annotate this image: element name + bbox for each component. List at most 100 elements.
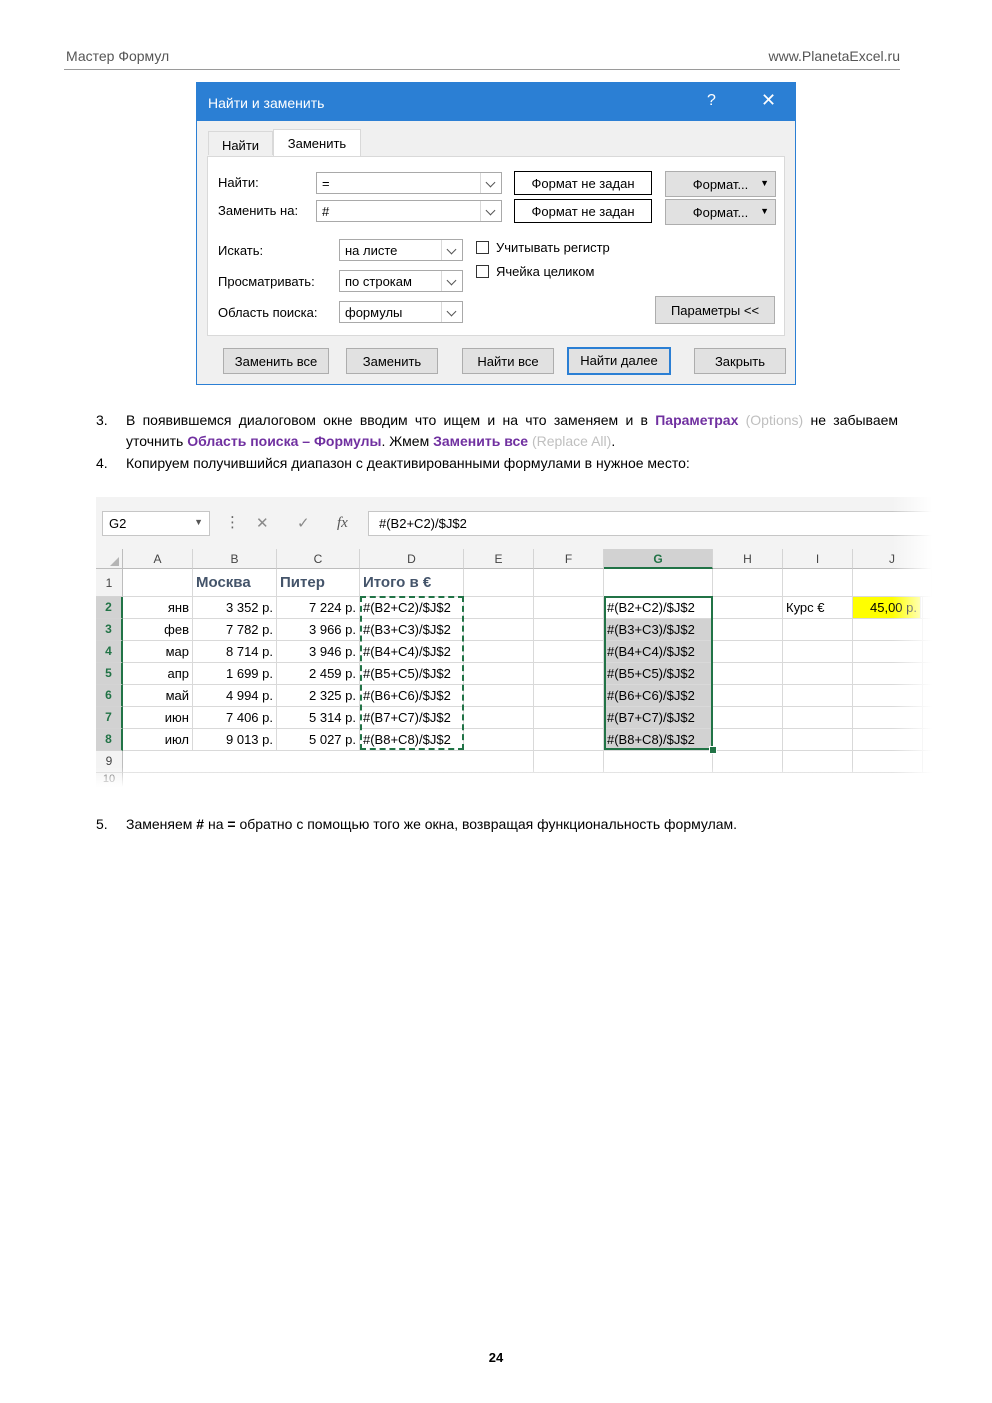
cell-a1[interactable]	[123, 569, 193, 597]
table-cell[interactable]: 7 406 р.	[193, 707, 277, 729]
table-cell[interactable]: 2 459 р.	[277, 663, 360, 685]
step-4-number: 4.	[96, 455, 108, 471]
copy-marquee	[360, 596, 464, 750]
rate-label-cell[interactable]: Курс €	[783, 597, 853, 619]
col-header-h[interactable]: H	[713, 549, 783, 569]
col-header-c[interactable]: C	[277, 549, 360, 569]
find-next-button[interactable]: Найти далее	[567, 347, 671, 375]
formula-input[interactable]: #(B2+C2)/$J$2	[368, 511, 932, 536]
match-cell-checkbox[interactable]	[476, 265, 489, 278]
cell-c1[interactable]: Питер	[277, 569, 360, 597]
col-header-f[interactable]: F	[534, 549, 604, 569]
match-cell-label: Ячейка целиком	[496, 264, 595, 279]
replace-button[interactable]: Заменить	[346, 348, 438, 374]
match-case-label: Учитывать регистр	[496, 240, 610, 255]
find-label: Найти:	[218, 175, 259, 190]
help-icon[interactable]: ?	[707, 92, 716, 110]
close-icon[interactable]: ✕	[761, 90, 776, 111]
find-input[interactable]: =	[316, 172, 502, 194]
chevron-down-icon[interactable]	[480, 173, 501, 193]
header-divider	[64, 69, 900, 70]
cell-b1[interactable]: Москва	[193, 569, 277, 597]
step-3-number: 3.	[96, 412, 108, 428]
find-format-status: Формат не задан	[514, 171, 652, 195]
table-cell[interactable]: 2 325 р.	[277, 685, 360, 707]
table-cell[interactable]: 9 013 р.	[193, 729, 277, 751]
table-cell[interactable]: янв	[123, 597, 193, 619]
bottom-fade	[96, 767, 932, 787]
table-cell[interactable]: 1 699 р.	[193, 663, 277, 685]
name-box[interactable]: G2 ▼	[102, 511, 210, 536]
row-header-4[interactable]: 4	[96, 641, 123, 663]
select-all-corner[interactable]	[96, 549, 123, 569]
search-label: Просматривать:	[218, 274, 315, 289]
options-button[interactable]: Параметры <<	[655, 296, 775, 324]
tab-find[interactable]: Найти	[208, 131, 273, 155]
tab-replace[interactable]: Заменить	[273, 129, 361, 156]
chevron-down-icon[interactable]	[441, 302, 462, 322]
row-header-1[interactable]: 1	[96, 569, 123, 597]
cell-f1[interactable]	[534, 569, 604, 597]
table-cell[interactable]: 8 714 р.	[193, 641, 277, 663]
empty-grid-ef	[464, 597, 604, 773]
table-cell[interactable]: 3 946 р.	[277, 641, 360, 663]
table-cell[interactable]: июл	[123, 729, 193, 751]
selection-border	[604, 596, 713, 750]
row-header-2[interactable]: 2	[96, 597, 123, 619]
table-cell[interactable]: 5 314 р.	[277, 707, 360, 729]
chevron-down-icon[interactable]	[480, 201, 501, 221]
table-cell[interactable]: 4 994 р.	[193, 685, 277, 707]
fx-icon[interactable]: fx	[337, 515, 348, 532]
replace-format-button[interactable]: Формат... ▼	[665, 199, 776, 225]
close-button[interactable]: Закрыть	[694, 348, 786, 374]
dropdown-arrow-icon: ▼	[760, 206, 769, 216]
table-cell[interactable]: мар	[123, 641, 193, 663]
cell-d1[interactable]: Итого в €	[360, 569, 464, 597]
cell-g1[interactable]	[604, 569, 713, 597]
table-cell[interactable]: 5 027 р.	[277, 729, 360, 751]
replace-format-status: Формат не задан	[514, 199, 652, 223]
step-4-text: Копируем получившийся диапазон с деактив…	[126, 455, 690, 471]
within-select[interactable]: на листе	[339, 239, 463, 261]
col-header-a[interactable]: A	[123, 549, 193, 569]
row-header-7[interactable]: 7	[96, 707, 123, 729]
fill-handle[interactable]	[709, 746, 717, 754]
replace-input[interactable]: #	[316, 200, 502, 222]
cell-h1[interactable]	[713, 569, 783, 597]
chevron-down-icon[interactable]: ▼	[194, 517, 203, 527]
table-cell[interactable]: фев	[123, 619, 193, 641]
row-header-6[interactable]: 6	[96, 685, 123, 707]
search-select[interactable]: по строкам	[339, 270, 463, 292]
table-cell[interactable]: 3 966 р.	[277, 619, 360, 641]
row-header-3[interactable]: 3	[96, 619, 123, 641]
replace-all-button[interactable]: Заменить все	[223, 348, 329, 374]
cell-i1[interactable]	[783, 569, 853, 597]
cancel-icon[interactable]: ✕	[256, 514, 269, 532]
dialog-title: Найти и заменить	[208, 95, 325, 111]
match-case-checkbox[interactable]	[476, 241, 489, 254]
step-5-text: Заменяем # на = обратно с помощью того ж…	[126, 816, 738, 832]
table-cell[interactable]: май	[123, 685, 193, 707]
table-cell[interactable]: 7 224 р.	[277, 597, 360, 619]
find-all-button[interactable]: Найти все	[462, 348, 554, 374]
col-header-i[interactable]: I	[783, 549, 853, 569]
chevron-down-icon[interactable]	[441, 271, 462, 291]
col-header-e[interactable]: E	[464, 549, 534, 569]
table-cell[interactable]: 3 352 р.	[193, 597, 277, 619]
table-cell[interactable]: апр	[123, 663, 193, 685]
lookin-select[interactable]: формулы	[339, 301, 463, 323]
find-format-button[interactable]: Формат... ▼	[665, 171, 776, 197]
col-header-g[interactable]: G	[604, 549, 713, 569]
dropdown-arrow-icon: ▼	[760, 178, 769, 188]
table-cell[interactable]: июн	[123, 707, 193, 729]
col-header-b[interactable]: B	[193, 549, 277, 569]
row-header-5[interactable]: 5	[96, 663, 123, 685]
table-cell[interactable]: 7 782 р.	[193, 619, 277, 641]
lookin-label: Область поиска:	[218, 305, 318, 320]
step-5-number: 5.	[96, 816, 108, 832]
chevron-down-icon[interactable]	[441, 240, 462, 260]
col-header-d[interactable]: D	[360, 549, 464, 569]
enter-icon[interactable]: ✓	[297, 514, 310, 532]
cell-e1[interactable]	[464, 569, 534, 597]
row-header-8[interactable]: 8	[96, 729, 123, 751]
